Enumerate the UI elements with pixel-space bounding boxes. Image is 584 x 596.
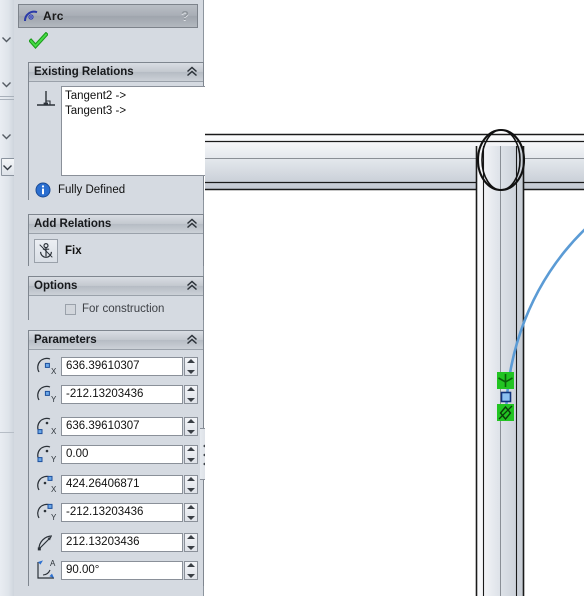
existing-relations-body: Tangent2 -> Tangent3 -> Fully Defined (29, 82, 206, 200)
help-button[interactable]: ? (178, 8, 192, 24)
arc-angle-icon: A (37, 559, 56, 579)
start-y-stepper[interactable] (184, 444, 198, 464)
existing-relations-group: Existing Relations Tangent2 -> Tangent3 … (28, 62, 206, 200)
center-x-input[interactable] (61, 356, 183, 376)
start-x-stepper[interactable] (184, 416, 198, 436)
confirm-row (18, 30, 198, 52)
center-y-stepper[interactable] (184, 384, 198, 404)
status-badge: Fully Defined (58, 184, 126, 196)
info-icon (35, 182, 51, 198)
param-row-start-y: Y (35, 442, 198, 466)
parameters-header[interactable]: Parameters (29, 331, 203, 350)
svg-text:A: A (50, 559, 56, 568)
green-check-icon[interactable] (29, 32, 48, 50)
svg-text:Y: Y (51, 513, 57, 522)
for-construction-row[interactable]: For construction (65, 303, 164, 315)
existing-relations-header[interactable]: Existing Relations (29, 63, 203, 82)
chevron-up-double-icon[interactable] (186, 334, 198, 346)
vertical-beam[interactable] (475, 146, 525, 596)
param-row-center-x: X (35, 354, 198, 378)
existing-relations-label: Existing Relations (34, 66, 134, 78)
svg-text:X: X (51, 367, 57, 376)
param-row-center-y: Y (35, 382, 198, 406)
svg-text:X: X (51, 427, 57, 436)
chevron-up-double-icon[interactable] (186, 66, 198, 78)
arc-radius-icon (37, 535, 53, 551)
add-relations-group: Add Relations Fix (28, 214, 204, 266)
arc-center-x-icon: X (37, 357, 57, 376)
chevron-down-icon[interactable] (2, 133, 11, 140)
angle-input[interactable] (61, 560, 183, 580)
fix-label: Fix (65, 245, 82, 257)
solidworks-arc-property-manager: Arc ? Existing Relations Tangent2 -> Tan… (0, 0, 584, 596)
start-x-input[interactable] (61, 416, 183, 436)
end-y-stepper[interactable] (184, 502, 198, 522)
param-row-end-x: X (35, 472, 198, 496)
chevron-down-icon[interactable] (2, 81, 11, 88)
center-x-stepper[interactable] (184, 356, 198, 376)
start-y-input[interactable] (61, 444, 183, 464)
left-toolbar-strip (0, 0, 15, 596)
param-row-angle: A (35, 558, 198, 582)
toolstrip-divider (0, 99, 14, 100)
anchor-fix-icon (39, 243, 53, 258)
panel-title-bar: Arc ? (18, 4, 198, 28)
cad-sketch-svg (205, 128, 584, 596)
status-row: Fully Defined (35, 182, 125, 198)
radius-stepper[interactable] (184, 532, 198, 552)
options-group: Options For construction (28, 276, 204, 320)
chevron-up-double-icon[interactable] (186, 218, 198, 230)
fix-button[interactable] (34, 239, 58, 263)
add-relations-body: Fix (29, 234, 203, 266)
options-label: Options (34, 280, 78, 292)
end-y-input[interactable] (61, 502, 183, 522)
end-x-stepper[interactable] (184, 474, 198, 494)
add-relations-header[interactable]: Add Relations (29, 215, 203, 234)
arc-end-y-icon: Y (37, 503, 57, 522)
toolstrip-dropdown-button[interactable] (1, 158, 15, 176)
svg-text:Y: Y (51, 395, 57, 404)
parameters-body: X Y (29, 350, 203, 586)
svg-text:Y: Y (51, 455, 57, 464)
cad-graphics-area[interactable] (205, 0, 584, 596)
tangent-marker-bottom[interactable] (497, 372, 514, 389)
svg-text:X: X (51, 485, 57, 494)
for-construction-checkbox[interactable] (65, 303, 76, 315)
page-title: Arc (43, 9, 64, 23)
list-item[interactable]: Tangent3 -> (65, 104, 202, 119)
toolstrip-divider (0, 432, 14, 433)
horizontal-beam[interactable] (205, 133, 584, 191)
chevron-up-double-icon[interactable] (186, 280, 198, 292)
relations-list[interactable]: Tangent2 -> Tangent3 -> (61, 86, 206, 176)
chevron-down-icon[interactable] (2, 36, 11, 43)
arc-start-x-icon: X (37, 417, 57, 436)
perpendicular-relation-icon (37, 91, 55, 106)
parameters-group: Parameters X 636.39610307 Y -212.1320343… (28, 330, 204, 586)
radius-input[interactable] (61, 532, 183, 552)
add-relations-label: Add Relations (34, 218, 112, 230)
fix-marker-bottom[interactable] (497, 404, 514, 421)
property-manager-panel: Arc ? Existing Relations Tangent2 -> Tan… (14, 0, 212, 596)
arc-end-x-icon: X (37, 475, 57, 494)
arc-icon (23, 10, 38, 22)
endpoint-bottom[interactable] (500, 391, 512, 403)
for-construction-label: For construction (82, 303, 165, 315)
toolstrip-divider (0, 96, 14, 97)
angle-stepper[interactable] (184, 560, 198, 580)
param-row-start-x: X (35, 414, 198, 438)
arc-start-y-icon: Y (37, 445, 57, 464)
options-header[interactable]: Options (29, 277, 203, 296)
parameters-label: Parameters (34, 334, 97, 346)
param-row-end-y: Y (35, 500, 198, 524)
param-row-radius (35, 530, 198, 554)
center-y-input[interactable] (61, 384, 183, 404)
end-x-input[interactable] (61, 474, 183, 494)
arc-center-y-icon: Y (37, 385, 57, 404)
chevron-down-icon (3, 165, 12, 171)
options-body: For construction (29, 296, 203, 320)
list-item[interactable]: Tangent2 -> (65, 89, 202, 104)
